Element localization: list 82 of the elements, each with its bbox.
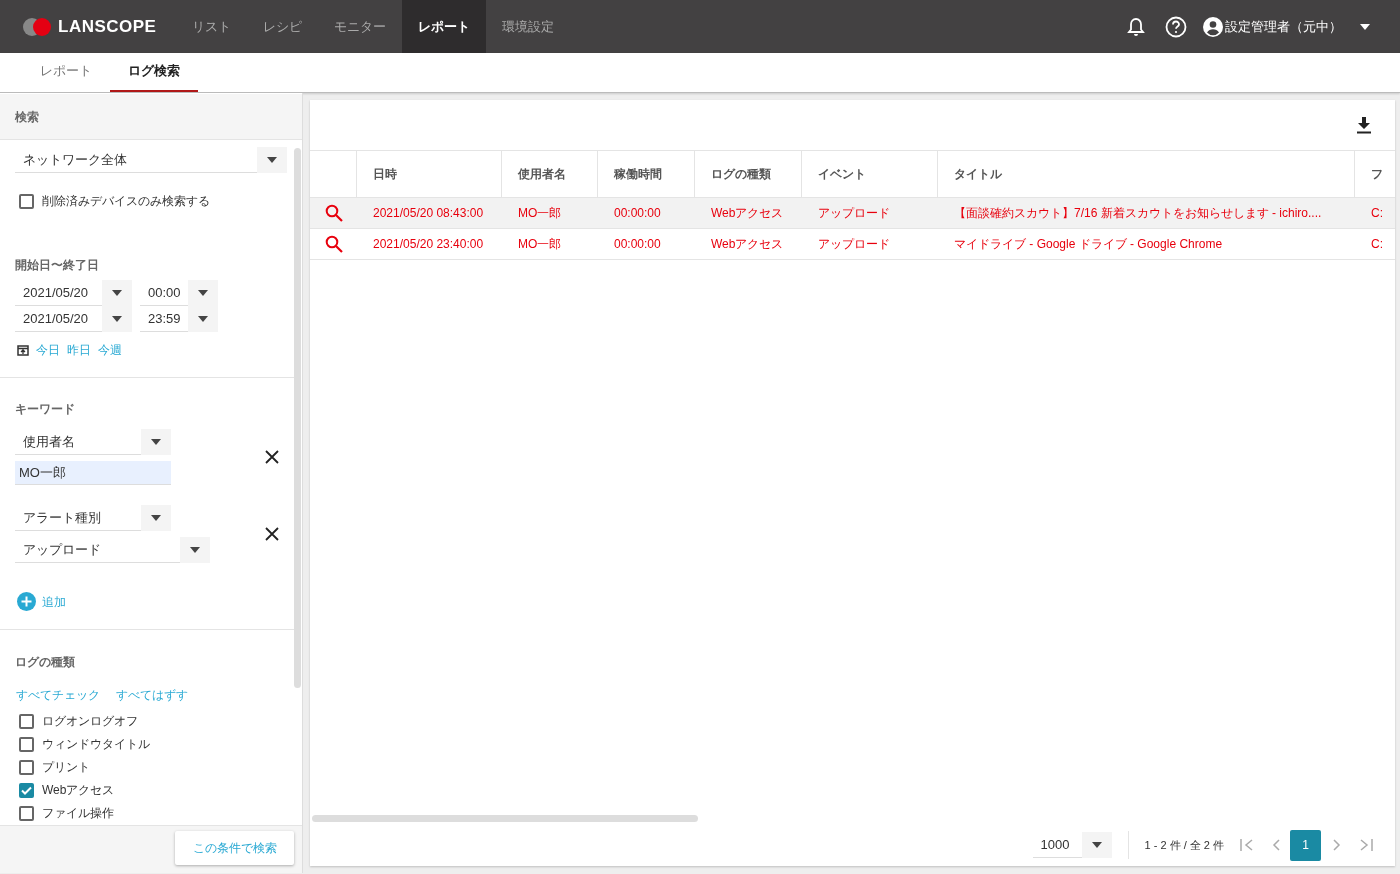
column-header[interactable]: ログの種類 (711, 165, 771, 183)
column-header[interactable]: 使用者名 (518, 165, 566, 183)
scope-dropdown[interactable]: ネットワーク全体 (15, 147, 287, 173)
caret-icon (188, 279, 218, 306)
checkbox[interactable] (19, 193, 34, 209)
table-cell-text: C: (1371, 236, 1383, 253)
keyword-input[interactable]: MO一郎 (15, 461, 171, 485)
section-label: ログの種類 (15, 655, 75, 669)
search-icon[interactable] (324, 204, 343, 222)
horizontal-scrollbar-thumb[interactable] (312, 815, 698, 822)
caret-icon (141, 428, 171, 455)
section-label: キーワード (15, 402, 75, 416)
logo: LANSCOPE (58, 15, 157, 38)
nav-tab[interactable]: レシピ (247, 0, 318, 53)
column-header[interactable]: 稼働時間 (614, 165, 662, 183)
checkbox[interactable] (19, 782, 34, 798)
table-cell-text: 00:00:00 (614, 205, 661, 222)
scrollbar-thumb[interactable] (294, 148, 301, 688)
section-label: 開始日〜終了日 (15, 258, 99, 272)
table-cell-text: 00:00:00 (614, 236, 661, 253)
close-icon[interactable] (265, 527, 279, 541)
table-row[interactable]: 2021/05/20 08:43:00 MO一郎 00:00:00 Webアクセス アップロード 【面談確約スカウト】7/16 新着スカウトをお知らせします - ichiro.... C: (310, 198, 1395, 229)
user-avatar-icon (1203, 16, 1223, 37)
condition-value-dropdown[interactable]: アップロード (15, 537, 210, 563)
date-dropdown[interactable]: 2021/05/20 (15, 306, 132, 332)
date-dropdown[interactable]: 2021/05/20 (15, 280, 132, 306)
checkbox-label: ウィンドウタイトル (42, 736, 150, 753)
column-header[interactable]: 日時 (373, 165, 397, 183)
logo-icon (22, 16, 54, 37)
table-cell-text: Webアクセス (711, 236, 784, 253)
result-count: 1 - 2 件 / 全 2 件 (1144, 837, 1224, 853)
condition-field-dropdown[interactable]: 使用者名 (15, 429, 171, 455)
nav-tab[interactable]: レポート (402, 0, 486, 53)
caret-icon (188, 305, 218, 332)
checkbox-label: Webアクセス (42, 782, 115, 799)
calendar-icon (17, 344, 29, 356)
page-button[interactable]: 1 (1290, 829, 1321, 861)
table-cell-text: 2021/05/20 08:43:00 (373, 205, 484, 222)
caret-icon (102, 305, 132, 332)
table-cell-text: C: (1371, 205, 1383, 222)
nav-tab[interactable]: モニター (318, 0, 402, 53)
table-cell-text: アップロード (818, 236, 890, 253)
caret-icon (1360, 23, 1370, 30)
bell-icon[interactable] (1127, 16, 1145, 37)
time-dropdown[interactable]: 23:59 (140, 306, 218, 332)
column-header[interactable]: イベント (818, 165, 866, 183)
caret-icon (257, 146, 287, 173)
checkbox[interactable] (19, 736, 34, 752)
checkbox-label: プリント (42, 759, 90, 776)
table-cell-text: アップロード (818, 205, 890, 222)
caret-icon (1081, 831, 1112, 858)
caret-icon (102, 279, 132, 306)
time-dropdown[interactable]: 00:00 (140, 280, 218, 306)
help-icon[interactable] (1165, 15, 1187, 38)
table-cell-text: 【面談確約スカウト】7/16 新着スカウトをお知らせします - ichiro.... (954, 205, 1322, 222)
download-icon[interactable] (1357, 116, 1371, 134)
nav-tab[interactable]: 環境設定 (486, 0, 570, 53)
close-icon[interactable] (265, 450, 279, 464)
table-row[interactable]: 2021/05/20 23:40:00 MO一郎 00:00:00 Webアクセス アップロード マイドライブ - Google ドライブ - Google Chrome C: (310, 229, 1395, 260)
caret-icon (180, 536, 210, 563)
condition-field-dropdown[interactable]: アラート種別 (15, 505, 171, 531)
checkbox-label: ログオンログオフ (42, 713, 138, 730)
add-icon[interactable] (17, 592, 36, 611)
search-icon[interactable] (324, 235, 343, 253)
sub-tab[interactable]: レポート (22, 52, 110, 92)
checkbox-label: 削除済みデバイスのみ検索する (42, 193, 210, 210)
user-menu[interactable]: 設定管理者（元中） (1203, 16, 1370, 37)
checkbox[interactable] (19, 713, 34, 729)
table-cell-text: Webアクセス (711, 205, 784, 222)
table-cell-text: マイドライブ - Google ドライブ - Google Chrome (954, 236, 1223, 253)
column-header[interactable]: フ (1371, 165, 1383, 183)
page-size-dropdown[interactable]: 1000 (1032, 832, 1112, 858)
nav-tab[interactable]: リスト (176, 0, 247, 53)
checkbox[interactable] (19, 805, 34, 821)
table-cell-text: MO一郎 (518, 205, 562, 222)
table-cell-text: 2021/05/20 23:40:00 (373, 236, 484, 253)
caret-icon (141, 504, 171, 531)
panel-title: 検索 (15, 108, 39, 126)
table-cell-text: MO一郎 (518, 236, 562, 253)
checkbox[interactable] (19, 759, 34, 775)
column-header[interactable]: タイトル (954, 165, 1002, 183)
checkbox-label: ファイル操作 (42, 805, 114, 822)
